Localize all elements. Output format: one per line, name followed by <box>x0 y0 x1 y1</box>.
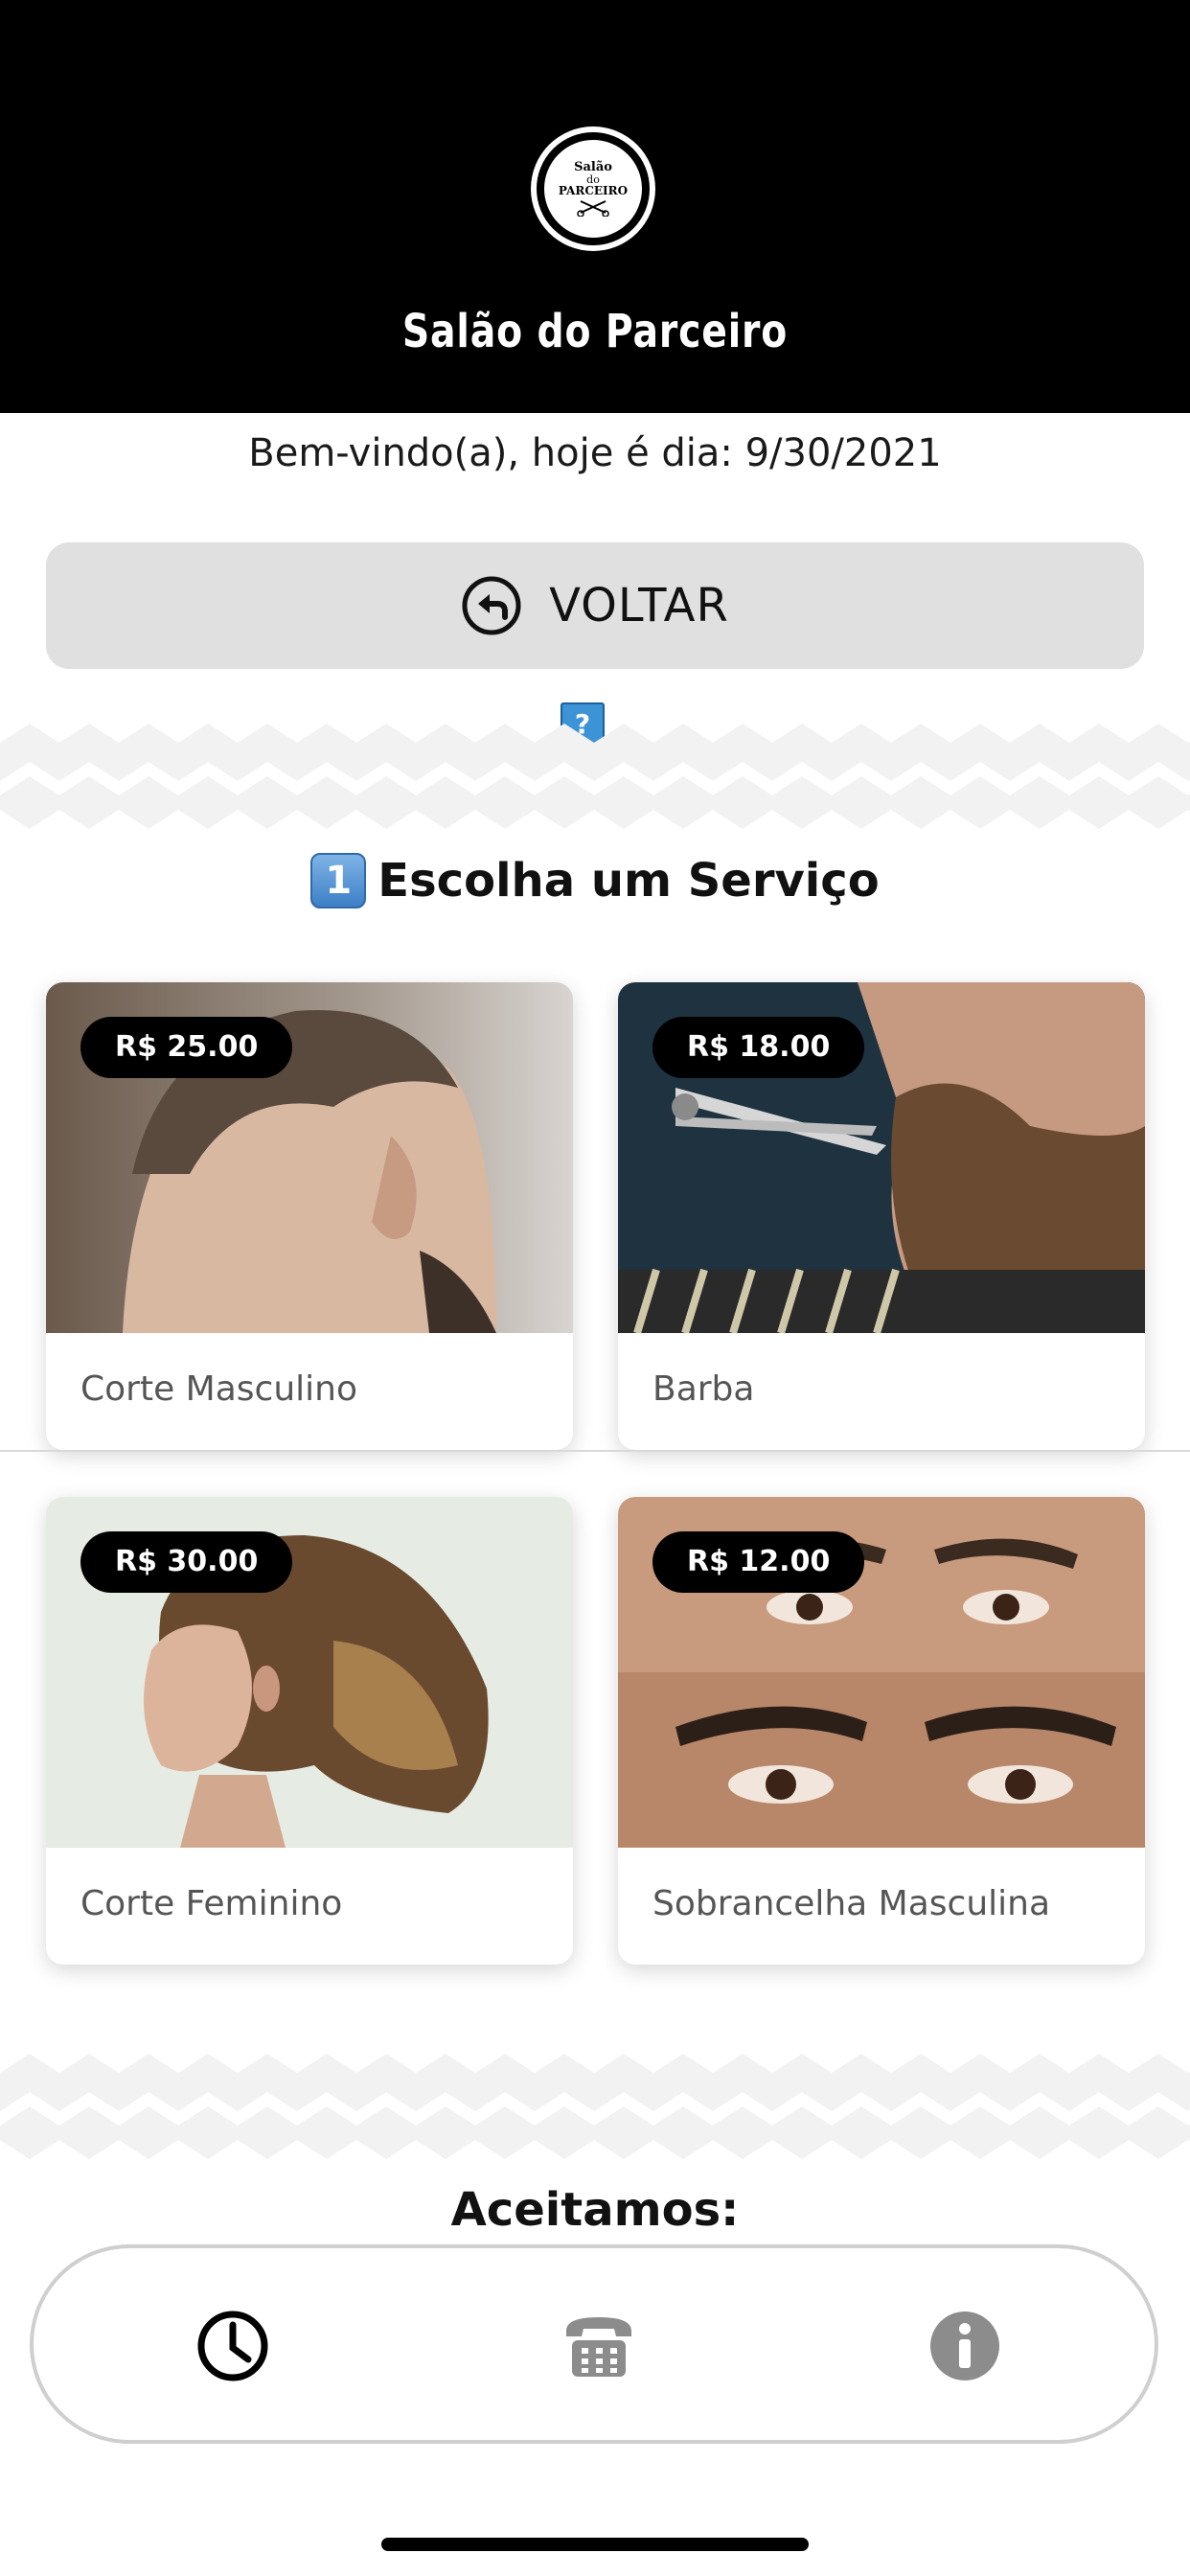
step-number-badge: 1 <box>310 853 367 908</box>
service-name: Corte Feminino <box>80 1884 343 1923</box>
back-button-label: VOLTAR <box>549 579 729 632</box>
welcome-text: Bem-vindo(a), hoje é dia: 9/30/2021 <box>248 431 942 475</box>
back-arrow-circle-icon <box>462 576 521 635</box>
salon-logo: Salão do PARCEIRO <box>531 126 655 251</box>
scissors-icon <box>577 199 609 217</box>
logo-text-line1: Salão <box>574 160 612 175</box>
service-card-corte-masculino[interactable]: R$ 25.00 Corte Masculino <box>46 982 573 1450</box>
price-badge: R$ 18.00 <box>652 1017 865 1078</box>
zigzag-divider-top <box>0 724 1190 829</box>
service-card-sobrancelha-masculina[interactable]: R$ 12.00 Sobrancelha Masculina <box>618 1497 1145 1965</box>
service-card-barba[interactable]: R$ 18.00 Barba <box>618 982 1145 1450</box>
service-name: Corte Masculino <box>80 1369 358 1409</box>
back-button[interactable]: VOLTAR <box>46 542 1144 669</box>
app-header: Salão do PARCEIRO Salão do Parceiro <box>0 0 1190 413</box>
services-section-title: 1 Escolha um Serviço <box>0 853 1190 908</box>
bottom-navigation <box>30 2244 1158 2444</box>
logo-text-line3: PARCEIRO <box>558 184 629 198</box>
service-card-corte-feminino[interactable]: R$ 30.00 Corte Feminino <box>46 1497 573 1965</box>
price-badge: R$ 12.00 <box>652 1531 865 1593</box>
info-icon[interactable] <box>927 2308 1003 2384</box>
service-name: Barba <box>652 1369 755 1409</box>
home-indicator <box>381 2538 809 2551</box>
row-divider <box>0 1450 1190 1452</box>
accepted-payments-title: Aceitamos: <box>450 2183 740 2237</box>
service-name: Sobrancelha Masculina <box>652 1884 1051 1923</box>
price-badge: R$ 30.00 <box>80 1531 293 1593</box>
zigzag-divider-bottom <box>0 2054 1190 2159</box>
phone-icon[interactable] <box>561 2308 637 2384</box>
services-title-text: Escolha um Serviço <box>378 854 880 908</box>
price-badge: R$ 25.00 <box>80 1017 293 1078</box>
salon-title: Salão do Parceiro <box>401 305 789 358</box>
clock-icon[interactable] <box>195 2308 271 2384</box>
